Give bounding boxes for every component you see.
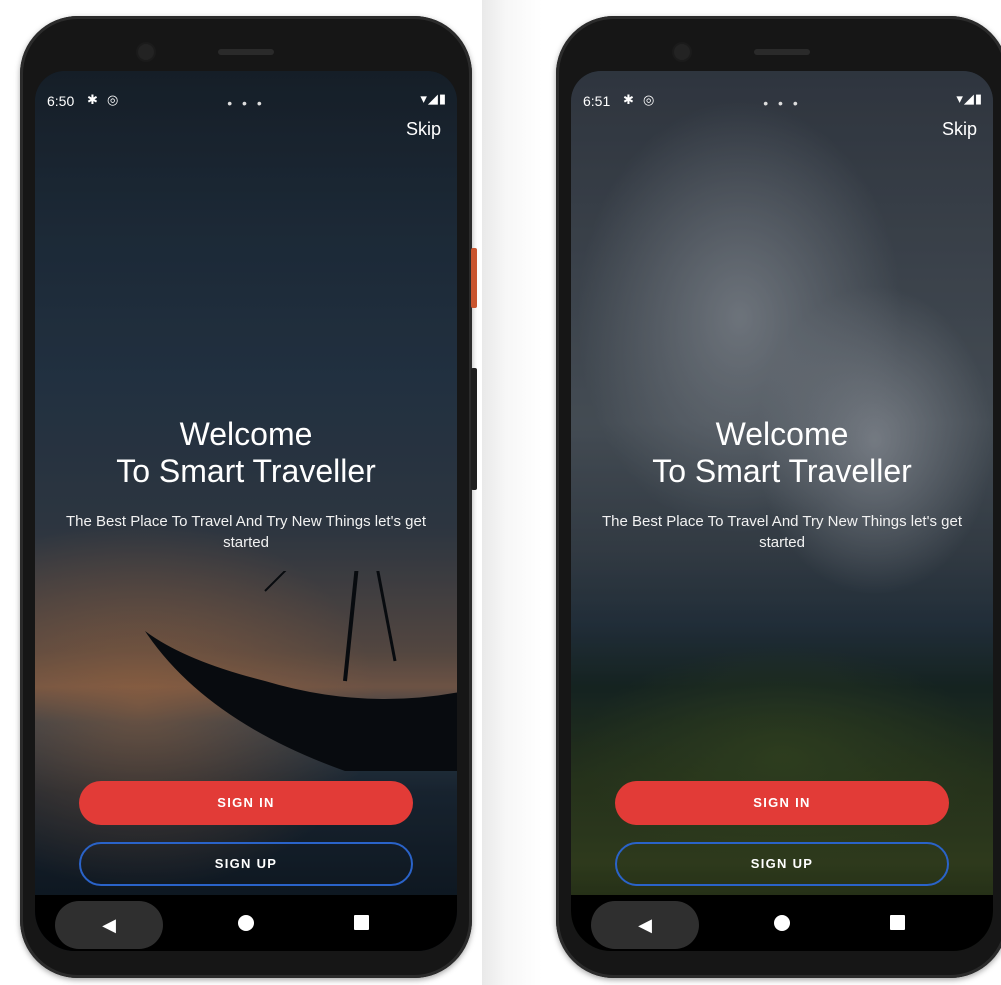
status-time: 6:50 (47, 93, 75, 109)
welcome-title: Welcome To Smart Traveller (571, 416, 993, 490)
status-time: 6:51 (583, 93, 611, 109)
back-icon[interactable]: ◀ (591, 901, 699, 949)
title-line-2: To Smart Traveller (652, 453, 912, 489)
page-indicator: • • • (763, 95, 801, 111)
earpiece-speaker (218, 49, 274, 55)
sign-up-button[interactable]: SIGN UP (615, 842, 949, 886)
sign-in-button[interactable]: SIGN IN (79, 781, 413, 825)
app-screen: 6:50 ✱ ◎ ▾◢▮ • • • Skip Welcome To Smart… (35, 71, 457, 951)
earpiece-speaker (754, 49, 810, 55)
navigation-bar: ◀ (35, 895, 457, 951)
title-line-1: Welcome (715, 416, 849, 452)
signal-battery-icons: ▾◢▮ (956, 91, 983, 106)
skip-button[interactable]: Skip (942, 119, 977, 140)
navigation-bar: ◀ (571, 895, 993, 951)
skip-button[interactable]: Skip (406, 119, 441, 140)
page-indicator: • • • (227, 95, 265, 111)
home-icon[interactable] (238, 915, 254, 931)
sync-icon: ◎ (107, 92, 119, 107)
title-line-1: Welcome (179, 416, 313, 452)
window-divider (482, 0, 542, 985)
home-icon[interactable] (774, 915, 790, 931)
recent-apps-icon[interactable] (890, 915, 905, 930)
phone-frame-2: 6:51 ✱ ◎ ▾◢▮ • • • Skip Welcome To Smart… (556, 16, 1001, 978)
gear-icon: ✱ (87, 92, 98, 107)
volume-button[interactable] (471, 368, 477, 490)
app-screen: 6:51 ✱ ◎ ▾◢▮ • • • Skip Welcome To Smart… (571, 71, 993, 951)
power-button[interactable] (471, 248, 477, 308)
sign-up-button[interactable]: SIGN UP (79, 842, 413, 886)
front-camera (138, 44, 154, 60)
title-line-2: To Smart Traveller (116, 453, 376, 489)
gear-icon: ✱ (623, 92, 634, 107)
welcome-subtitle: The Best Place To Travel And Try New Thi… (602, 513, 962, 551)
signal-battery-icons: ▾◢▮ (420, 91, 447, 106)
front-camera (674, 44, 690, 60)
sign-in-button[interactable]: SIGN IN (615, 781, 949, 825)
back-icon[interactable]: ◀ (55, 901, 163, 949)
welcome-subtitle: The Best Place To Travel And Try New Thi… (66, 513, 426, 551)
welcome-title: Welcome To Smart Traveller (35, 416, 457, 490)
phone-frame-1: 6:50 ✱ ◎ ▾◢▮ • • • Skip Welcome To Smart… (20, 16, 477, 978)
sync-icon: ◎ (643, 92, 655, 107)
recent-apps-icon[interactable] (354, 915, 369, 930)
